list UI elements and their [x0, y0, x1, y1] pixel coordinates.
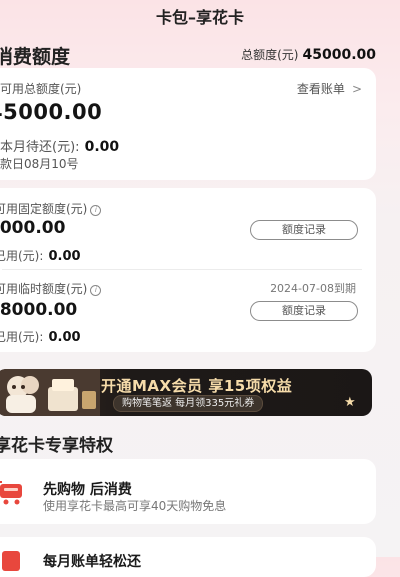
- total-limit-value: 45000.00: [302, 47, 376, 63]
- privilege-title: 每月账单轻松还: [43, 554, 141, 570]
- view-bill-label: 查看账单: [296, 82, 345, 96]
- section-title-privileges: 享花卡专享特权: [0, 436, 113, 456]
- privilege-item[interactable]: 先购物 后消费 使用享花卡最高可享40天购物免息: [0, 459, 376, 524]
- usable-total-value: 45000.00: [0, 100, 103, 124]
- temp-used: 已用(元): 0.00: [0, 326, 81, 345]
- limit-detail-card: 可用固定额度(元)i 7000.00 额度记录 已用(元): 0.00 可用临时…: [0, 188, 376, 352]
- pending-repay: 本月待还(元): 0.00: [0, 136, 119, 155]
- temp-limit-label-row: 可用临时额度(元) i: [0, 280, 102, 297]
- total-limit: 总额度(元) 45000.00: [241, 44, 376, 63]
- fixed-used-value: 0.00: [48, 249, 81, 264]
- usable-total-label: 可用总额度(元): [0, 82, 82, 96]
- info-icon[interactable]: i: [90, 285, 102, 296]
- temp-limit-label: 可用临时额度(元): [0, 282, 88, 296]
- due-date: 还款日08月10号: [0, 157, 79, 171]
- fixed-limit-label-row: 可用固定额度(元) i: [0, 200, 102, 217]
- page-title: 卡包–享花卡: [155, 8, 244, 27]
- pending-label: 本月待还(元):: [0, 140, 80, 155]
- chevron-right-icon: >: [351, 82, 362, 96]
- temp-limit-value: 38000.00: [0, 300, 78, 320]
- fixed-used: 已用(元): 0.00: [0, 245, 81, 264]
- temp-used-label: 已用(元):: [0, 330, 44, 344]
- mascot-illustration: [0, 369, 100, 416]
- fixed-limit-value: 7000.00: [0, 218, 66, 238]
- pending-value: 0.00: [84, 139, 120, 155]
- section-title-consumption: 消费额度: [0, 46, 71, 68]
- fixed-limit-record-button[interactable]: 额度记录: [250, 220, 358, 240]
- fixed-used-label: 已用(元):: [0, 249, 44, 263]
- banner-tagline: 购物笔笔返 每月领335元礼券: [113, 395, 264, 412]
- temp-limit-record-button[interactable]: 额度记录: [250, 301, 358, 321]
- privilege-title: 先购物 后消费: [43, 482, 132, 498]
- banner-headline: 开通MAX会员 享15项权益: [101, 377, 293, 395]
- fixed-limit-label: 可用固定额度(元): [0, 202, 88, 216]
- max-member-banner[interactable]: 开通MAX会员 享15项权益 购物笔笔返 每月领335元礼券 ★: [0, 369, 372, 416]
- privilege-item[interactable]: 每月账单轻松还: [0, 537, 376, 577]
- star-icon: ★: [344, 395, 356, 410]
- cart-icon: [0, 481, 22, 505]
- temp-used-value: 0.00: [48, 330, 81, 345]
- bill-icon: [2, 551, 20, 571]
- divider: [2, 269, 362, 270]
- usable-total-card: 可用总额度(元) 查看账单 > 45000.00 本月待还(元): 0.00 还…: [0, 68, 376, 180]
- total-limit-label: 总额度(元): [241, 48, 299, 62]
- info-icon[interactable]: i: [90, 205, 102, 216]
- view-bill-link[interactable]: 查看账单 >: [297, 78, 362, 97]
- temp-limit-expiry: 2024-07-08到期: [270, 282, 356, 295]
- privilege-subtitle: 使用享花卡最高可享40天购物免息: [43, 499, 227, 513]
